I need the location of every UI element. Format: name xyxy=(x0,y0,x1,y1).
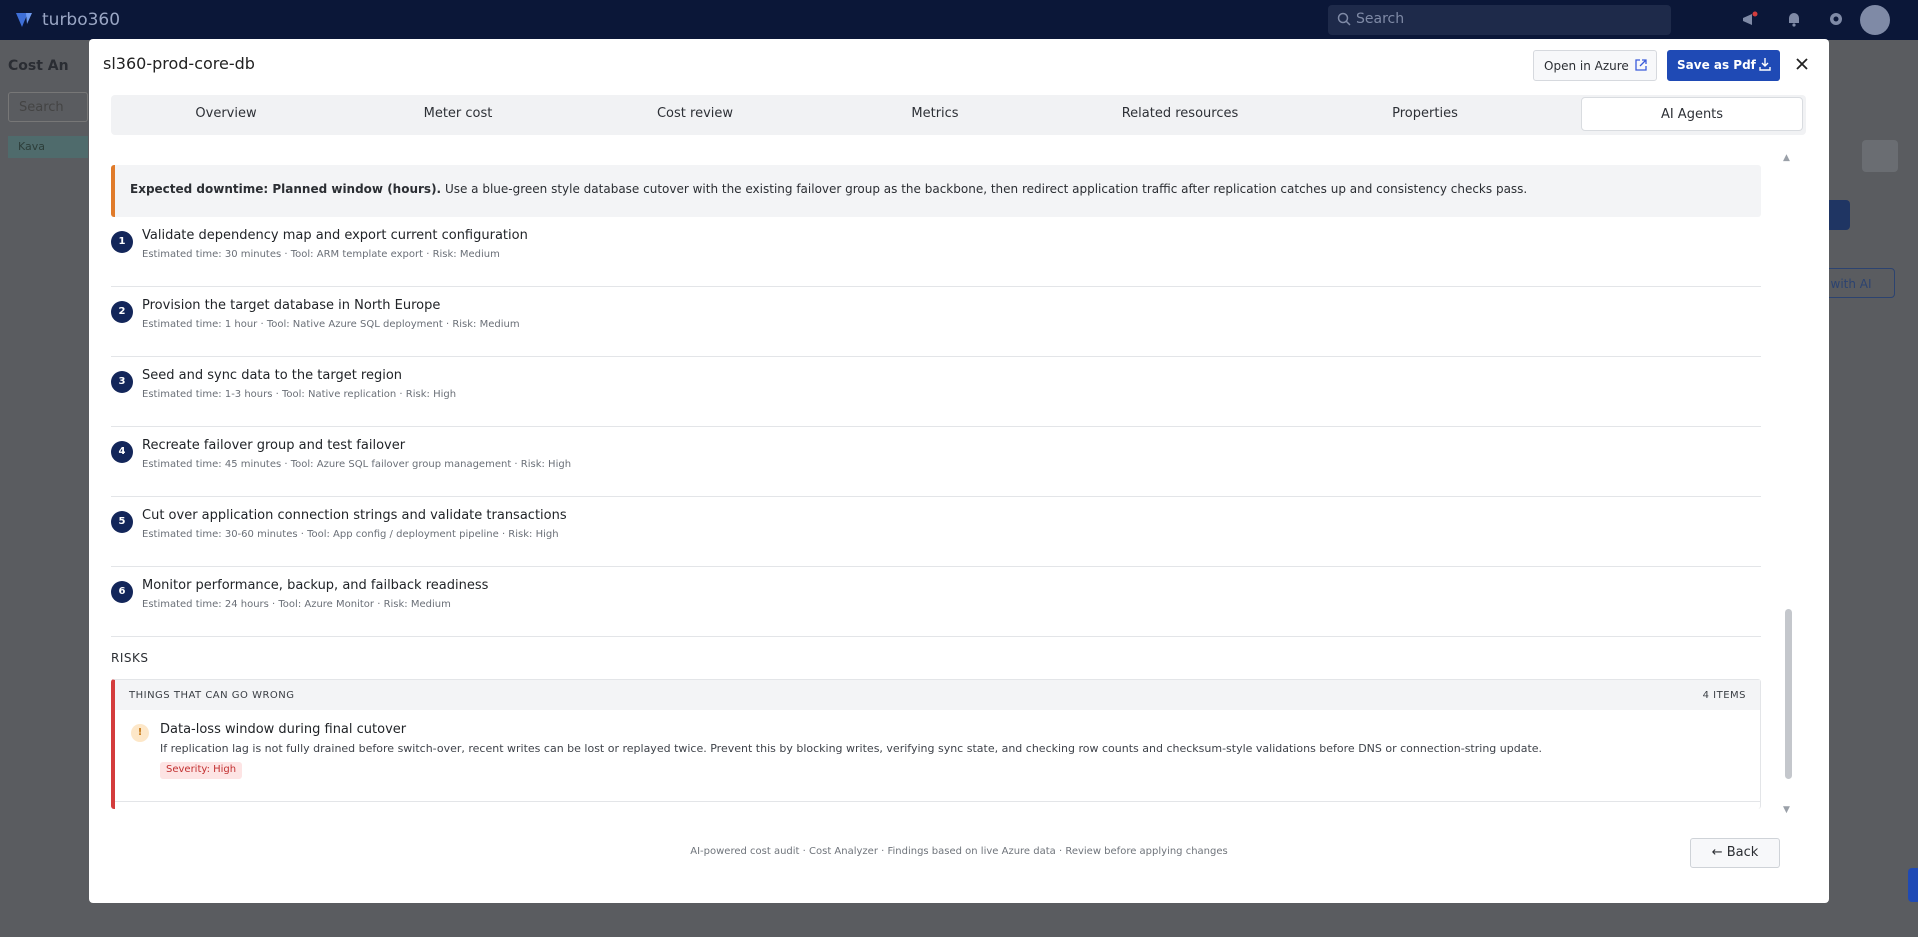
tab-bar: Overview Meter cost Cost review Metrics … xyxy=(111,95,1806,135)
tab-ai-agents[interactable]: AI Agents xyxy=(1581,97,1803,131)
risks-panel-header: THINGS THAT CAN GO WRONG 4 ITEMS xyxy=(115,680,1760,710)
migration-step: 3 Seed and sync data to the target regio… xyxy=(111,357,1761,427)
step-title: Provision the target database in North E… xyxy=(142,298,441,313)
background-collapse-button xyxy=(1862,140,1898,172)
step-number-badge: 1 xyxy=(111,231,133,253)
tab-overview[interactable]: Overview xyxy=(111,97,341,131)
step-meta: Estimated time: 30-60 minutes · Tool: Ap… xyxy=(142,529,559,540)
scrollbar-thumb[interactable] xyxy=(1785,609,1792,779)
save-as-pdf-button[interactable]: Save as Pdf xyxy=(1667,50,1780,81)
background-page-title: Cost An xyxy=(8,58,69,74)
brand[interactable]: turbo360 xyxy=(14,10,120,30)
step-number-badge: 2 xyxy=(111,301,133,323)
step-title: Recreate failover group and test failove… xyxy=(142,438,406,453)
downtime-text: Use a blue-green style database cutover … xyxy=(444,182,1528,196)
severity-badge: Severity: High xyxy=(160,762,243,779)
warning-icon: ! xyxy=(131,724,149,742)
divider xyxy=(115,801,1760,802)
scroll-up-arrow-icon[interactable]: ▲ xyxy=(1783,153,1790,163)
resource-detail-modal: sl360-prod-core-db Open in Azure Save as… xyxy=(89,39,1829,903)
tab-related-resources[interactable]: Related resources xyxy=(1055,97,1305,131)
expected-downtime-callout: Expected downtime: Planned window (hours… xyxy=(111,165,1761,217)
back-label: Back xyxy=(1726,845,1759,860)
scroll-down-arrow-icon[interactable]: ▼ xyxy=(1783,805,1790,815)
open-in-azure-button[interactable]: Open in Azure xyxy=(1533,50,1657,81)
step-meta: Estimated time: 45 minutes · Tool: Azure… xyxy=(142,459,572,470)
megaphone-icon[interactable] xyxy=(1740,10,1760,30)
side-widget-tab[interactable] xyxy=(1908,868,1918,902)
ai-agents-content: Expected downtime: Planned window (hours… xyxy=(111,149,1773,825)
step-number-badge: 4 xyxy=(111,441,133,463)
step-meta: Estimated time: 24 hours · Tool: Azure M… xyxy=(142,599,451,610)
background-tree-item: Kava xyxy=(8,136,88,158)
gear-icon[interactable] xyxy=(1826,10,1846,30)
step-number-badge: 3 xyxy=(111,371,133,393)
step-title: Monitor performance, backup, and failbac… xyxy=(142,578,489,593)
footer-note: AI-powered cost audit · Cost Analyzer · … xyxy=(690,846,1228,857)
risks-panel: THINGS THAT CAN GO WRONG 4 ITEMS ! Data-… xyxy=(111,679,1761,809)
download-icon xyxy=(1759,58,1771,71)
search-placeholder: Search xyxy=(1356,11,1405,27)
migration-step: 5 Cut over application connection string… xyxy=(111,497,1761,567)
step-number-badge: 6 xyxy=(111,581,133,603)
tab-cost-review[interactable]: Cost review xyxy=(575,97,815,131)
step-title: Validate dependency map and export curre… xyxy=(142,228,528,243)
turbo360-logo-icon xyxy=(16,13,32,27)
external-link-icon xyxy=(1635,59,1647,71)
close-icon xyxy=(1796,58,1808,70)
tab-meter-cost[interactable]: Meter cost xyxy=(343,97,573,131)
global-search-input[interactable]: Search xyxy=(1328,5,1671,35)
top-navbar: turbo360 Search xyxy=(0,0,1918,40)
migration-step: 4 Recreate failover group and test failo… xyxy=(111,427,1761,497)
arrow-left-icon: ← xyxy=(1711,845,1723,860)
modal-title: sl360-prod-core-db xyxy=(103,54,255,73)
tab-properties[interactable]: Properties xyxy=(1307,97,1543,131)
bell-icon[interactable] xyxy=(1784,10,1804,30)
step-meta: Estimated time: 30 minutes · Tool: ARM t… xyxy=(142,249,500,260)
step-meta: Estimated time: 1 hour · Tool: Native Az… xyxy=(142,319,520,330)
step-meta: Estimated time: 1-3 hours · Tool: Native… xyxy=(142,389,457,400)
tab-metrics[interactable]: Metrics xyxy=(817,97,1053,131)
risks-item-count: 4 ITEMS xyxy=(1702,690,1746,701)
risk-item-description: If replication lag is not fully drained … xyxy=(160,742,1543,755)
content-scrollbar[interactable]: ▲ ▼ xyxy=(1783,153,1795,821)
user-avatar[interactable] xyxy=(1860,5,1890,35)
open-in-azure-label: Open in Azure xyxy=(1544,59,1629,73)
risk-item-title: Data-loss window during final cutover xyxy=(160,722,407,737)
risks-header-title: THINGS THAT CAN GO WRONG xyxy=(129,690,295,701)
close-modal-button[interactable] xyxy=(1789,51,1815,77)
step-title: Cut over application connection strings … xyxy=(142,508,567,523)
background-search-input: Search xyxy=(8,92,88,122)
search-icon xyxy=(1337,12,1351,26)
back-button[interactable]: ← Back xyxy=(1690,838,1780,868)
app-name: turbo360 xyxy=(42,10,121,30)
migration-step: 6 Monitor performance, backup, and failb… xyxy=(111,567,1761,637)
migration-step: 2 Provision the target database in North… xyxy=(111,287,1761,357)
migration-step: 1 Validate dependency map and export cur… xyxy=(111,217,1761,287)
downtime-label: Expected downtime: Planned window (hours… xyxy=(130,182,442,196)
step-title: Seed and sync data to the target region xyxy=(142,368,403,383)
risks-section-label: RISKS xyxy=(111,651,149,665)
step-number-badge: 5 xyxy=(111,511,133,533)
save-as-pdf-label: Save as Pdf xyxy=(1677,58,1756,72)
